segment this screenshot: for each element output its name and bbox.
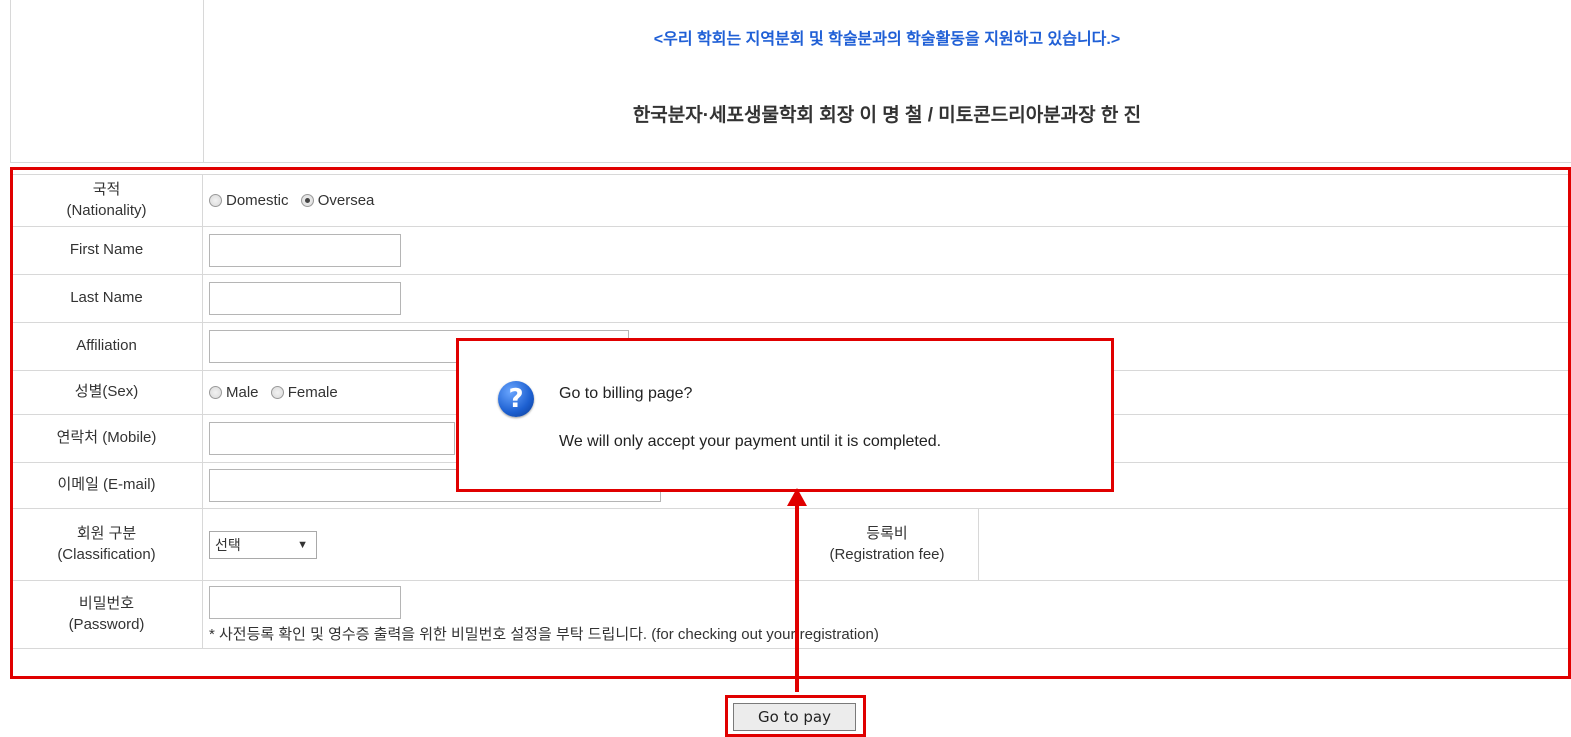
classification-label-en: (Classification) — [57, 545, 156, 563]
last-name-input[interactable] — [209, 282, 401, 315]
password-input[interactable] — [209, 585, 401, 619]
header-divider — [10, 162, 1571, 163]
dialog-title: Go to billing page? — [559, 385, 693, 402]
female-label: Female — [287, 384, 338, 402]
domestic-label: Domestic — [226, 192, 289, 210]
row-classification: 회원 구분 (Classification) 선택 ▼ 등록비 (Registra… — [10, 508, 1571, 581]
last-name-cell — [202, 274, 1571, 323]
classification-label-ko: 회원 구분 — [76, 525, 137, 543]
female-radio[interactable] — [270, 386, 284, 400]
row-password: 비밀번호 (Password) * 사전등록 확인 및 영수증 출력을 위한 비… — [10, 580, 1571, 649]
row-last-name: Last Name — [10, 274, 1571, 323]
nationality-label-en: (Nationality) — [66, 201, 147, 219]
classification-selected-value: 선택 — [215, 536, 241, 553]
nationality-options: Domestic Oversea — [202, 174, 1571, 227]
registration-fee-value — [978, 508, 1571, 581]
domestic-radio[interactable] — [209, 194, 222, 208]
classification-label: 회원 구분 (Classification) — [10, 508, 203, 581]
dialog-message: We will only accept your payment until i… — [559, 433, 942, 450]
nationality-label-ko: 국적 — [92, 181, 121, 199]
dropdown-arrow-icon: ▼ — [297, 538, 308, 551]
registration-fee-label-ko: 등록비 — [866, 525, 908, 543]
question-icon: ? — [498, 381, 534, 417]
row-nationality: 국적 (Nationality) Domestic Oversea — [10, 174, 1571, 227]
confirm-dialog: ? Go to billing page? We will only accep… — [456, 338, 1114, 492]
page-heading: 한국분자·세포생물학회 회장 이 명 철 / 미토콘드리아분과장 한 진 — [632, 105, 1142, 126]
affiliation-label: Affiliation — [10, 322, 203, 371]
go-to-pay-button[interactable]: Go to pay — [733, 703, 856, 731]
male-radio[interactable] — [209, 386, 222, 400]
first-name-label: First Name — [10, 226, 203, 275]
last-name-label: Last Name — [10, 274, 203, 323]
oversea-label: Oversea — [317, 192, 375, 210]
annotation-arrow-shaft — [795, 505, 799, 692]
support-notice: <우리 학회는 지역분회 및 학술분과의 학술활동을 지원하고 있습니다.> — [653, 31, 1121, 48]
first-name-input[interactable] — [209, 234, 401, 267]
sex-label: 성별(Sex) — [10, 370, 203, 415]
registration-fee-label-en: (Registration fee) — [829, 545, 945, 563]
password-label: 비밀번호 (Password) — [10, 580, 203, 649]
first-name-cell — [202, 226, 1571, 275]
password-note: * 사전등록 확인 및 영수증 출력을 위한 비밀번호 설정을 부탁 드립니다.… — [209, 625, 879, 643]
header-left-cell — [10, 0, 204, 162]
password-label-ko: 비밀번호 — [78, 595, 135, 613]
password-label-en: (Password) — [68, 615, 145, 633]
row-first-name: First Name — [10, 226, 1571, 275]
password-cell: * 사전등록 확인 및 영수증 출력을 위한 비밀번호 설정을 부탁 드립니다.… — [202, 580, 1571, 649]
classification-select[interactable]: 선택 ▼ — [209, 530, 317, 559]
classification-cell: 선택 ▼ — [202, 508, 796, 581]
annotation-arrow-head — [787, 488, 807, 506]
email-label: 이메일 (E-mail) — [10, 462, 203, 509]
male-label: Male — [226, 384, 259, 402]
oversea-radio[interactable] — [300, 194, 314, 208]
nationality-label: 국적 (Nationality) — [10, 174, 203, 227]
mobile-input[interactable] — [209, 422, 455, 455]
registration-fee-label: 등록비 (Registration fee) — [795, 508, 979, 581]
mobile-label: 연락처 (Mobile) — [10, 414, 203, 463]
